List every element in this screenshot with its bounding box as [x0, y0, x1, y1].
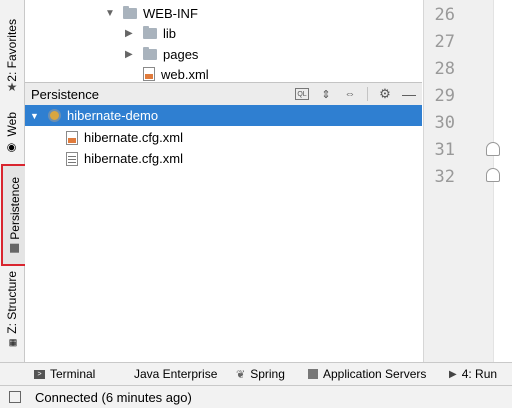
- left-tool-strip: 2: Favorites ★ ◉ Web Persistence ▦ Z: St…: [0, 0, 29, 362]
- structure-tab-label: Z: Structure: [5, 270, 19, 334]
- tree-item-label: hibernate-demo: [67, 108, 159, 123]
- globe-icon: ◉: [5, 140, 18, 154]
- terminal-icon: >: [34, 369, 45, 379]
- gear-icon[interactable]: ⚙: [378, 86, 392, 101]
- chevron-down-icon[interactable]: ▼: [30, 111, 40, 121]
- tree-item-label: pages: [163, 46, 199, 62]
- line-number: 26: [434, 5, 455, 25]
- application-servers-tab[interactable]: Application Servers: [308, 367, 426, 381]
- line-number: 27: [434, 32, 455, 52]
- line-number: 31: [434, 140, 455, 160]
- status-text: Connected (6 minutes ago): [35, 389, 192, 405]
- application-servers-tab-label: Application Servers: [323, 367, 427, 381]
- tree-item-label: hibernate.cfg.xml: [84, 130, 183, 145]
- xml-file-icon: [143, 67, 155, 81]
- run-tab-label: 4: Run: [461, 367, 498, 381]
- web-tab[interactable]: ◉ Web: [0, 108, 24, 158]
- terminal-tab[interactable]: > Terminal: [34, 367, 95, 381]
- collapse-all-icon[interactable]: ⇔: [343, 87, 357, 101]
- status-toggle-icon[interactable]: [9, 391, 21, 403]
- folder-icon: [143, 46, 157, 60]
- editor-area[interactable]: [486, 0, 512, 362]
- tree-item-label: web.xml: [161, 66, 209, 82]
- java-enterprise-tab-label: Java Enterprise: [134, 367, 218, 381]
- chevron-down-icon[interactable]: ▼: [105, 8, 115, 19]
- favorites-tab[interactable]: 2: Favorites: [0, 12, 24, 88]
- tree-item-hibernate-demo[interactable]: ▼ hibernate-demo: [25, 105, 422, 126]
- favorites-tab-label: 2: Favorites: [5, 18, 19, 82]
- persistence-icon: [10, 243, 20, 253]
- web-tab-label: Web: [5, 112, 19, 137]
- structure-tab[interactable]: ▦ Z: Structure: [0, 268, 24, 350]
- run-tab[interactable]: ▶ 4: Run: [449, 367, 497, 381]
- persistence-tree: ▼ hibernate-demo hibernate.cfg.xml hiber…: [25, 105, 422, 362]
- spring-leaf-icon: ❦: [236, 368, 246, 381]
- line-number: 32: [434, 167, 455, 187]
- tree-item-label: hibernate.cfg.xml: [84, 151, 183, 166]
- tree-item-web-xml[interactable]: web.xml: [143, 64, 209, 84]
- persistence-tab-label: Persistence: [8, 177, 22, 240]
- minimize-icon[interactable]: —: [402, 86, 416, 102]
- project-tree: ▼ WEB-INF ▶ lib ▶ pages web.xml: [25, 0, 422, 82]
- panel-title: Persistence: [31, 86, 99, 102]
- java-enterprise-tab[interactable]: Java Enterprise: [134, 367, 217, 381]
- spring-tab-label: Spring: [250, 367, 285, 381]
- ql-console-icon[interactable]: QL: [295, 88, 309, 100]
- fold-marker-icon[interactable]: [486, 142, 500, 156]
- line-number: 29: [434, 86, 455, 106]
- folder-icon: [143, 25, 157, 39]
- spring-tab[interactable]: ❦ Spring: [236, 367, 285, 381]
- line-number: 30: [434, 113, 455, 133]
- tree-item-web-inf[interactable]: ▼ WEB-INF: [105, 3, 198, 23]
- fold-marker-icon[interactable]: [486, 168, 500, 182]
- status-bar: Connected (6 minutes ago): [0, 385, 512, 408]
- run-icon: ▶: [449, 368, 457, 380]
- star-icon: ★: [6, 80, 18, 94]
- line-number: 28: [434, 59, 455, 79]
- tree-item-lib[interactable]: ▶ lib: [125, 23, 176, 43]
- tree-item-hibernate-cfg-1[interactable]: hibernate.cfg.xml: [25, 127, 463, 148]
- xml-file-icon: [66, 130, 78, 145]
- structure-icon: ▦: [7, 337, 17, 348]
- chevron-right-icon[interactable]: ▶: [125, 28, 135, 39]
- tree-item-label: WEB-INF: [143, 5, 198, 21]
- expand-all-icon[interactable]: ⇕: [319, 87, 333, 101]
- folder-icon: [123, 5, 137, 19]
- server-icon: [308, 369, 318, 379]
- tree-item-label: lib: [163, 25, 177, 41]
- terminal-tab-label: Terminal: [50, 367, 96, 381]
- config-file-icon: [66, 151, 78, 166]
- persistence-panel-header: Persistence QL ⇕ ⇔ ⚙ —: [25, 82, 422, 106]
- bottom-tool-bar: > Terminal Java Enterprise ❦ Spring Appl…: [0, 362, 512, 385]
- hibernate-module-icon: [48, 109, 61, 122]
- tree-item-hibernate-cfg-2[interactable]: hibernate.cfg.xml: [25, 148, 463, 169]
- chevron-right-icon[interactable]: ▶: [125, 49, 135, 60]
- tree-item-pages[interactable]: ▶ pages: [125, 44, 198, 64]
- toolbar-divider: [367, 87, 368, 101]
